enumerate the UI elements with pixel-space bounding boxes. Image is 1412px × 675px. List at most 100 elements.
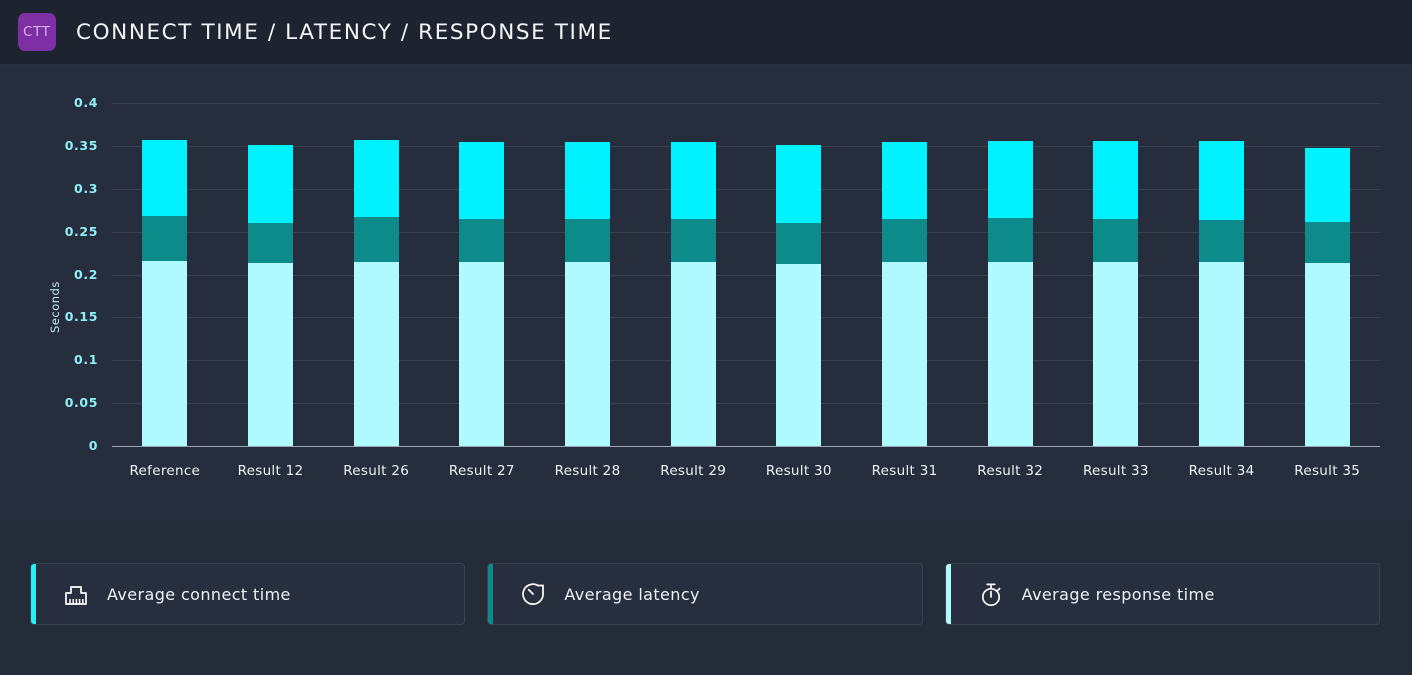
bar-segment[interactable] bbox=[459, 261, 505, 446]
bar-segment[interactable] bbox=[353, 261, 399, 446]
bar-segment[interactable] bbox=[1093, 261, 1139, 446]
clock-icon bbox=[518, 579, 548, 609]
plot-area: 0.4 0.35 0.3 0.25 0.2 0.15 0.1 0.05 0 Reference R… bbox=[65, 95, 1380, 479]
stacked-bar[interactable] bbox=[1199, 140, 1245, 446]
y-axis-tick-label: 0.1 bbox=[74, 352, 98, 368]
x-axis-tick-label: Result 33 bbox=[1082, 463, 1149, 479]
y-axis-tick-label: 0.15 bbox=[64, 309, 98, 325]
x-axis-tick-label: Reference bbox=[129, 463, 201, 479]
bar-segment[interactable] bbox=[776, 145, 822, 224]
bar-column[interactable]: Reference bbox=[112, 103, 218, 479]
bar-segment[interactable] bbox=[248, 223, 293, 264]
bar-segment[interactable] bbox=[248, 145, 293, 224]
stacked-bar[interactable] bbox=[1304, 148, 1350, 446]
stacked-bar[interactable] bbox=[459, 142, 505, 446]
bar-segment[interactable] bbox=[987, 140, 1033, 218]
legend-card-latency[interactable]: Average latency bbox=[487, 563, 923, 625]
bar-segment[interactable] bbox=[670, 218, 716, 262]
bar-segment[interactable] bbox=[1304, 263, 1350, 446]
bar-segment[interactable] bbox=[248, 263, 293, 446]
stacked-bar[interactable] bbox=[882, 142, 928, 446]
stacked-bar[interactable] bbox=[142, 139, 188, 446]
bar-group: Reference Result 12 Result 26 Result 27 Resu… bbox=[112, 103, 1380, 479]
bar-segment[interactable] bbox=[142, 216, 188, 261]
bar-segment[interactable] bbox=[987, 261, 1033, 446]
page-title: CONNECT TIME / LATENCY / RESPONSE TIME bbox=[76, 19, 613, 45]
x-axis-tick-label: Result 26 bbox=[343, 463, 410, 479]
stopwatch-icon bbox=[976, 579, 1006, 609]
legend-accent-connect-time bbox=[31, 564, 36, 624]
legend-label-response-time: Average response time bbox=[1021, 584, 1215, 604]
bar-segment[interactable] bbox=[1199, 219, 1245, 262]
y-axis-tick-label: 0.35 bbox=[64, 137, 98, 153]
bar-column[interactable]: Result 34 bbox=[1169, 103, 1275, 479]
legend-label-latency: Average latency bbox=[564, 584, 700, 604]
bar-segment[interactable] bbox=[565, 261, 611, 446]
bar-column[interactable]: Result 30 bbox=[746, 103, 852, 479]
x-axis-tick-label: Result 34 bbox=[1188, 463, 1255, 479]
bar-segment[interactable] bbox=[670, 261, 716, 446]
bar-segment[interactable] bbox=[1199, 140, 1245, 220]
x-axis-tick-label: Result 28 bbox=[554, 463, 621, 479]
bar-segment[interactable] bbox=[882, 142, 928, 219]
bar-segment[interactable] bbox=[565, 141, 611, 219]
y-axis-tick-label: 0.25 bbox=[64, 223, 98, 239]
bar-segment[interactable] bbox=[459, 142, 505, 219]
legend-accent-response-time bbox=[945, 564, 951, 624]
bar-segment[interactable] bbox=[459, 218, 505, 262]
bar-segment[interactable] bbox=[353, 217, 399, 262]
bar-segment[interactable] bbox=[1304, 148, 1350, 223]
x-axis-tick-label: Result 35 bbox=[1294, 463, 1361, 479]
x-axis-tick-label: Result 29 bbox=[660, 463, 727, 479]
bar-segment[interactable] bbox=[882, 218, 928, 262]
x-axis-tick-label: Result 27 bbox=[448, 463, 515, 479]
bar-column[interactable]: Result 27 bbox=[429, 103, 535, 479]
bar-column[interactable]: Result 35 bbox=[1274, 103, 1380, 479]
ctt-badge-label: CTT bbox=[23, 24, 51, 40]
bar-column[interactable]: Result 33 bbox=[1063, 103, 1169, 479]
bar-segment[interactable] bbox=[882, 261, 928, 446]
stacked-bar[interactable] bbox=[1093, 140, 1139, 446]
y-axis-tick-label: 0 bbox=[88, 438, 98, 453]
gridline bbox=[112, 446, 1380, 447]
bar-column[interactable]: Result 29 bbox=[640, 103, 746, 479]
y-axis-tick-label: 0.3 bbox=[74, 180, 98, 196]
stacked-bar[interactable] bbox=[248, 145, 293, 446]
legend-label-connect-time: Average connect time bbox=[107, 584, 291, 604]
y-axis-tick-label: 0.2 bbox=[74, 266, 98, 282]
legend-cards: Average connect time Average latency Ave… bbox=[0, 520, 1412, 675]
bar-column[interactable]: Result 12 bbox=[218, 103, 324, 479]
bar-segment[interactable] bbox=[1093, 140, 1139, 219]
x-axis-tick-label: Result 31 bbox=[871, 463, 938, 479]
ethernet-port-icon bbox=[61, 579, 91, 609]
chart-container: Seconds 0.4 0.35 0.3 0.25 0.2 0.15 0.1 0.05 0 Re… bbox=[0, 65, 1412, 585]
bar-segment[interactable] bbox=[987, 217, 1033, 262]
x-axis-tick-label: Result 12 bbox=[237, 463, 304, 479]
bar-segment[interactable] bbox=[142, 139, 188, 217]
bar-segment[interactable] bbox=[776, 264, 822, 446]
bar-column[interactable]: Result 31 bbox=[852, 103, 958, 479]
stacked-bar[interactable] bbox=[776, 145, 822, 446]
bar-segment[interactable] bbox=[1304, 222, 1350, 264]
y-axis-tick-label: 0.4 bbox=[74, 95, 98, 110]
stacked-bar[interactable] bbox=[353, 139, 399, 446]
bar-segment[interactable] bbox=[142, 260, 188, 446]
stacked-bar[interactable] bbox=[565, 141, 611, 446]
y-axis-label: Seconds bbox=[48, 281, 62, 333]
x-axis-tick-label: Result 32 bbox=[977, 463, 1044, 479]
bar-segment[interactable] bbox=[353, 139, 399, 218]
stacked-bar[interactable] bbox=[987, 140, 1033, 446]
stacked-bar[interactable] bbox=[670, 142, 716, 446]
bar-column[interactable]: Result 32 bbox=[957, 103, 1063, 479]
bar-segment[interactable] bbox=[1093, 218, 1139, 262]
ctt-badge: CTT bbox=[18, 13, 56, 51]
bar-segment[interactable] bbox=[776, 223, 822, 265]
bar-segment[interactable] bbox=[670, 142, 716, 219]
bar-segment[interactable] bbox=[1199, 261, 1245, 446]
legend-card-connect-time[interactable]: Average connect time bbox=[30, 563, 466, 625]
bar-segment[interactable] bbox=[565, 218, 611, 262]
legend-card-response-time[interactable]: Average response time bbox=[944, 563, 1380, 625]
bar-column[interactable]: Result 26 bbox=[323, 103, 429, 479]
bar-column[interactable]: Result 28 bbox=[535, 103, 641, 479]
page-header: CTT CONNECT TIME / LATENCY / RESPONSE TI… bbox=[0, 0, 1412, 65]
